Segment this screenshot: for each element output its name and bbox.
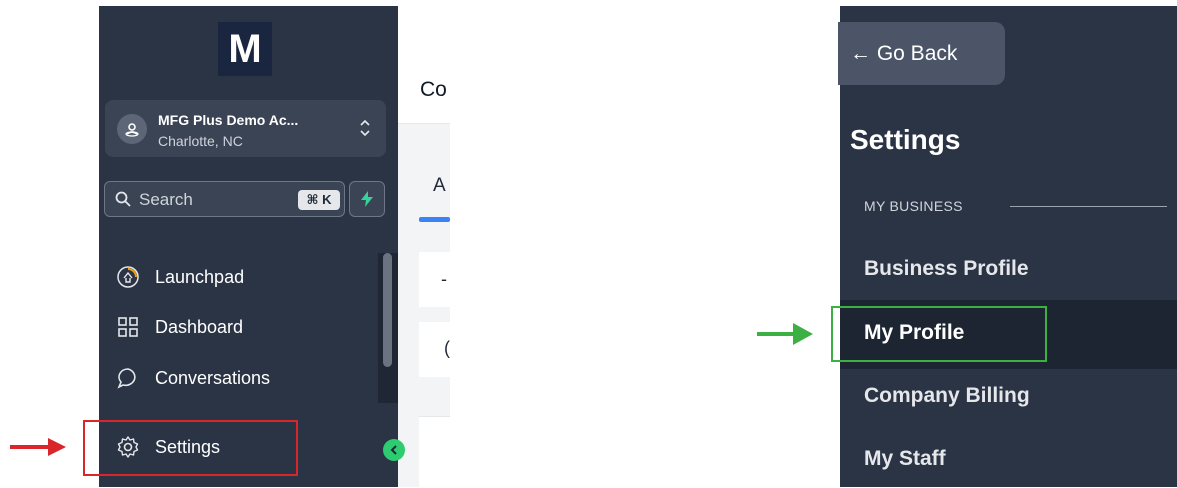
menu-item-company-billing[interactable]: Company Billing — [864, 384, 1030, 408]
sidebar-item-label: Conversations — [155, 367, 271, 388]
sidebar-item-dashboard[interactable]: Dashboard — [116, 310, 243, 344]
sidebar-collapse-button[interactable] — [383, 439, 405, 461]
account-switcher[interactable]: MFG Plus Demo Ac... Charlotte, NC — [105, 100, 386, 157]
quick-action-button[interactable] — [349, 181, 385, 217]
location-pin-icon — [117, 114, 147, 144]
launchpad-icon — [116, 265, 140, 289]
menu-item-my-staff[interactable]: My Staff — [864, 447, 946, 471]
sidebar-item-launchpad[interactable]: Launchpad — [116, 260, 244, 294]
sidebar-item-label: Dashboard — [155, 316, 244, 337]
lightning-icon — [361, 191, 373, 207]
dashboard-icon — [116, 315, 140, 339]
left-sidebar — [99, 6, 398, 487]
section-divider — [1010, 206, 1167, 207]
content-card-text: ( — [444, 338, 450, 358]
search-input[interactable]: Search ⌘ K — [104, 181, 345, 217]
chevron-up-down-icon — [360, 119, 370, 137]
chevron-left-icon — [390, 445, 397, 455]
sidebar-item-label: Launchpad — [155, 266, 245, 287]
account-location: Charlotte, NC — [158, 133, 243, 149]
annotation-highlight-box-red — [83, 420, 298, 476]
go-back-label: ← Go Back — [850, 42, 958, 65]
annotation-highlight-box-green — [831, 306, 1047, 362]
chat-bubble-icon — [116, 366, 140, 390]
content-card-text: - — [441, 269, 447, 289]
keyboard-shortcut-badge: ⌘ K — [298, 190, 340, 210]
settings-heading: Settings — [850, 124, 961, 155]
tab-active[interactable]: A — [433, 175, 446, 197]
menu-item-business-profile[interactable]: Business Profile — [864, 257, 1029, 281]
sidebar-item-conversations[interactable]: Conversations — [116, 361, 270, 395]
tab-active-indicator — [419, 217, 450, 222]
content-card[interactable] — [419, 416, 450, 488]
annotation-arrow-green — [757, 323, 813, 345]
page-title: Co — [420, 78, 447, 101]
account-name: MFG Plus Demo Ac... — [158, 112, 299, 128]
search-placeholder: Search — [139, 190, 193, 209]
annotation-arrow-red — [10, 438, 66, 456]
app-logo[interactable]: M — [218, 22, 272, 76]
sidebar-scrollbar[interactable] — [383, 253, 392, 367]
search-icon — [115, 191, 131, 207]
section-label: MY BUSINESS — [864, 198, 963, 214]
